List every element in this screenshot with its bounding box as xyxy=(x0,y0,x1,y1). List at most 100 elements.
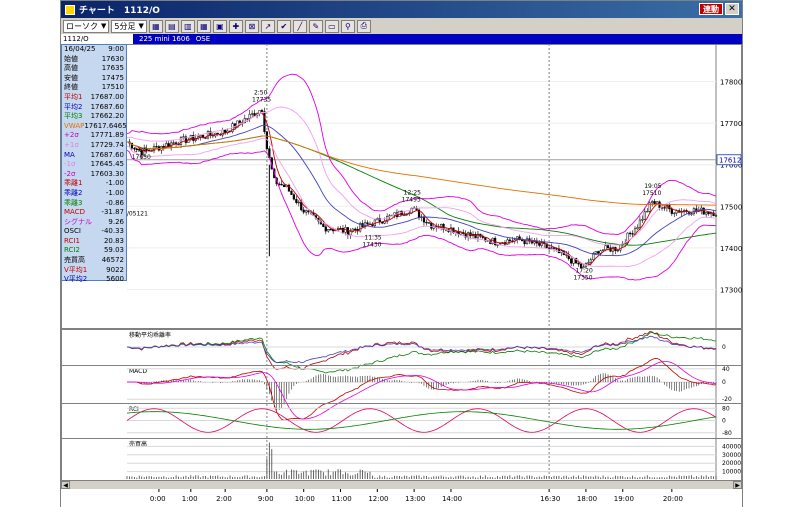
candle-body xyxy=(324,226,327,232)
annotation-time: 11:35 xyxy=(364,234,381,241)
info-bar: 1112/O 225 mini 1606 OSE xyxy=(61,34,742,44)
candle-body xyxy=(282,184,286,188)
candle-body xyxy=(246,118,249,120)
candle-body xyxy=(403,214,406,217)
data-label: 売買高 xyxy=(64,256,85,265)
chart-canvas[interactable]: 178001770017600175001740017300176122:501… xyxy=(61,44,742,481)
rci-tick-label: -80 xyxy=(722,430,732,437)
candle-body xyxy=(302,209,305,213)
volume-panel-frame xyxy=(61,438,742,481)
deviation-panel-title: 移動平均乖離率 xyxy=(129,331,171,339)
data-row: 乖離3 -0.86 xyxy=(62,199,126,209)
chevron-down-icon: ▼ xyxy=(138,22,144,30)
link-badge[interactable]: 連動 xyxy=(699,3,723,15)
candle-body xyxy=(305,210,308,213)
data-label: 平均2 xyxy=(64,102,83,111)
scroll-left-icon[interactable]: ◀ xyxy=(61,481,70,489)
data-label: V平均2 xyxy=(64,275,88,284)
crosshair-icon[interactable]: ✚ xyxy=(228,19,243,33)
product-name: 225 mini 1606 xyxy=(139,35,190,43)
candle-body xyxy=(467,232,470,238)
candle-body xyxy=(565,254,568,256)
data-value: 17687.60 xyxy=(90,102,124,111)
candle-body xyxy=(251,113,254,115)
candle-body xyxy=(663,207,666,209)
close-icon[interactable]: ✕ xyxy=(725,3,739,15)
candle-body xyxy=(606,245,610,249)
chart-type-label: ローソク xyxy=(66,21,98,31)
data-label: 高値 xyxy=(64,64,78,73)
rci-tick-label: 80 xyxy=(722,405,730,412)
data-row: 16/04/25 9:00 xyxy=(62,45,126,55)
candle-body xyxy=(425,221,428,224)
data-label: 平均1 xyxy=(64,92,83,101)
candle-body xyxy=(248,113,251,119)
time-tick-label: 2:00 xyxy=(216,495,232,503)
chart-scrollbar[interactable]: ◀ ▶ xyxy=(61,480,742,489)
volume-tick-label: 40000 xyxy=(722,443,741,450)
data-value: 20.83 xyxy=(103,236,124,245)
data-row: MACD -31.87 xyxy=(62,208,126,218)
data-label: -1σ xyxy=(64,160,76,169)
scroll-right-icon[interactable]: ▶ xyxy=(733,481,742,489)
data-label: RCI2 xyxy=(64,246,80,255)
search-icon[interactable]: ⚲ xyxy=(340,19,355,33)
time-tick-label: 10:00 xyxy=(295,495,315,503)
candle-body xyxy=(346,227,349,236)
data-value: 17687.00 xyxy=(90,92,124,101)
interval-select[interactable]: 5分足 ▼ xyxy=(111,19,147,33)
candle-body xyxy=(673,212,676,215)
panel-icon[interactable]: ▥ xyxy=(180,19,195,33)
data-label: OSCI xyxy=(64,227,81,236)
table-icon[interactable]: ▦ xyxy=(196,19,211,33)
data-label: +2σ xyxy=(64,131,79,140)
candle-body xyxy=(349,231,352,236)
window-icon[interactable]: ▣ xyxy=(212,19,227,33)
data-row: V平均1 9022 xyxy=(62,266,126,276)
candle-body xyxy=(636,227,639,229)
candle-body xyxy=(224,129,227,133)
volume-tick-label: 30000 xyxy=(722,452,741,459)
macd-tick-label: -20 xyxy=(722,396,732,403)
pencil-icon[interactable]: ✎ xyxy=(308,19,323,33)
line-icon[interactable]: ╱ xyxy=(292,19,307,33)
macd-tick-label: 0 xyxy=(722,379,726,386)
candle-body xyxy=(329,229,332,231)
candle-body xyxy=(260,110,264,112)
chart-type-select[interactable]: ローソク ▼ xyxy=(63,19,110,33)
check-icon[interactable]: ✔ xyxy=(276,19,291,33)
data-label: 安値 xyxy=(64,73,78,82)
data-row: 安値 17475 xyxy=(62,74,126,84)
price-tick-label: 17700 xyxy=(720,120,742,128)
data-row: -1σ 17645.45 xyxy=(62,160,126,170)
data-value: 17687.60 xyxy=(90,150,124,159)
layout-icon[interactable]: ▤ xyxy=(164,19,179,33)
data-value: 59.03 xyxy=(103,246,124,255)
candle-body xyxy=(427,222,430,224)
symbol-field[interactable]: 1112/O xyxy=(61,34,133,44)
trend-icon[interactable]: ↗ xyxy=(260,19,275,33)
exchange-name: OSE xyxy=(195,35,211,43)
candle-body xyxy=(594,251,597,254)
rci-tick-label: 0 xyxy=(722,418,726,425)
time-tick-label: 11:00 xyxy=(332,495,352,503)
chart-area[interactable]: 17800 17700 17600 17500 17400 17300 17612 2:50 1… xyxy=(61,44,742,507)
candle-body xyxy=(628,232,632,235)
grid-icon[interactable]: ▦ xyxy=(148,19,163,33)
candle-body xyxy=(550,247,553,249)
candle-body xyxy=(327,229,330,232)
eraser-icon[interactable]: ▭ xyxy=(324,19,339,33)
data-label: 乖離1 xyxy=(64,179,83,188)
print-icon[interactable]: ⎙ xyxy=(356,19,371,33)
data-value: 17617.6465 xyxy=(84,121,127,130)
deviation-tick-label: 0 xyxy=(722,344,726,351)
time-tick-label: 20:00 xyxy=(663,495,683,503)
candle-body xyxy=(572,258,575,264)
data-label: -2σ xyxy=(64,169,76,178)
zoom-icon[interactable]: ⊠ xyxy=(244,19,259,33)
annotation-time: 17:20 xyxy=(575,268,592,275)
title-bar[interactable]: チャート 1112/O 連動 ✕ xyxy=(61,1,742,18)
candle-body xyxy=(707,211,710,215)
data-row: V平均2 5600 xyxy=(62,275,126,285)
data-row: 乖離1 -1.00 xyxy=(62,179,126,189)
